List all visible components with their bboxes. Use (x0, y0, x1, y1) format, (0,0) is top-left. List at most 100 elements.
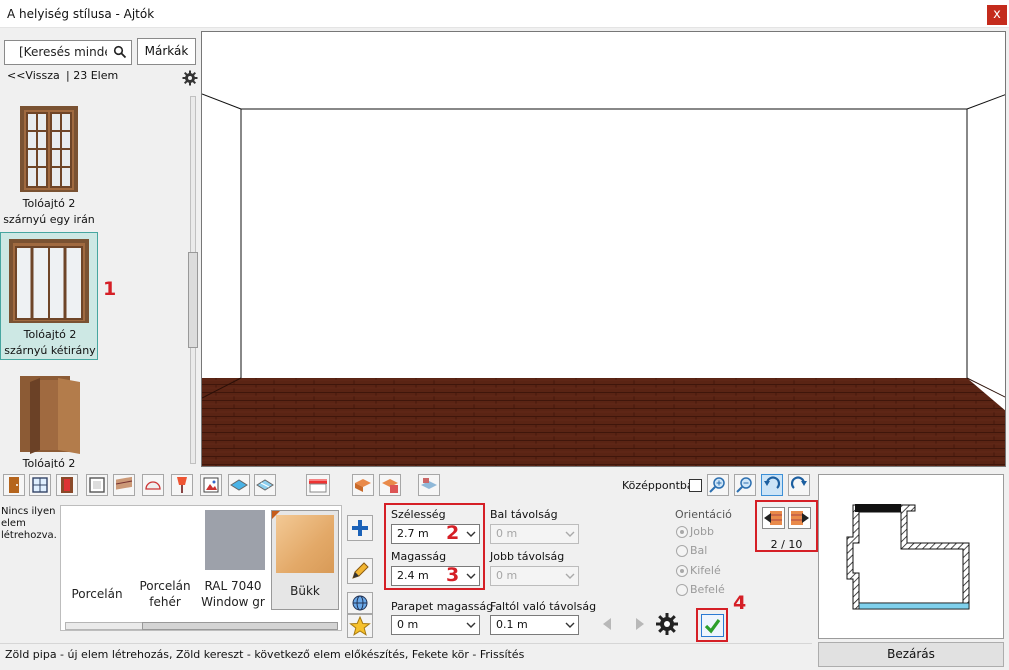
radio-right[interactable] (676, 526, 688, 538)
pager-highlight-box: 2 / 10 (755, 500, 818, 552)
room-render (202, 32, 1005, 466)
sliding-door-thumbnail (9, 239, 89, 323)
chevron-down-icon (565, 531, 575, 537)
previous-wall-button[interactable] (762, 507, 785, 529)
rotate-left-button[interactable] (761, 474, 783, 496)
floor-plan (846, 504, 970, 610)
sliding-door-thumbnail (20, 106, 78, 192)
door-red-tool-icon[interactable] (56, 474, 78, 496)
favorite-button[interactable] (347, 614, 373, 638)
pool-tool-icon[interactable] (228, 474, 250, 496)
sliding-door-thumbnail (20, 376, 80, 454)
ceiling-lamp-icon (145, 481, 161, 490)
next-wall-button[interactable] (788, 507, 811, 529)
wall-distance-select[interactable]: 0.1 m (490, 615, 579, 635)
swatch-label: Bükk (290, 584, 320, 598)
door-frame-icon (61, 477, 73, 493)
height-select[interactable]: 2.4 m (391, 566, 480, 586)
item-list-scrollbar[interactable] (186, 92, 200, 468)
parapet-value: 0 m (397, 618, 419, 631)
title-bar: A helyiség stílusa - Ajtók x (0, 0, 1009, 28)
radio-right-label: Jobb (690, 525, 714, 538)
web-button[interactable] (347, 592, 373, 614)
next-button[interactable] (627, 613, 651, 635)
search-icon[interactable] (113, 45, 127, 59)
radio-left-label: Bal (690, 544, 708, 557)
floor-plan-view[interactable] (818, 474, 1004, 639)
swatch-beech[interactable]: Bükk (271, 510, 339, 610)
star-icon (349, 615, 371, 636)
wall-tool-icon[interactable] (352, 474, 374, 496)
radio-outward-label: Kifelé (690, 564, 721, 577)
window-tool-icon[interactable] (29, 474, 51, 496)
annotation-marker-3: 3 (446, 564, 460, 586)
swatch-label: Porcelán (139, 579, 191, 593)
rotate-right-button[interactable] (788, 474, 810, 496)
scrollbar-thumb[interactable] (142, 622, 338, 630)
room-3d-view[interactable] (201, 31, 1006, 467)
radio-inward-label: Befelé (690, 583, 725, 596)
radio-dot (680, 530, 684, 534)
blinds-icon (115, 476, 133, 490)
swatch-porcelain-white[interactable]: Porcelán fehér (133, 510, 197, 610)
back-link[interactable]: <<Vissza (7, 69, 60, 82)
list-item[interactable]: Tolóajtó 2 szárnyú egy irán (0, 100, 98, 228)
close-button[interactable]: Bezárás (818, 642, 1004, 667)
material-scrollbar[interactable] (65, 622, 338, 630)
arrow-right-icon (636, 618, 644, 630)
refresh-button[interactable] (655, 612, 679, 636)
radio-outward[interactable] (676, 565, 688, 577)
door-tool-icon[interactable] (3, 474, 25, 496)
zoom-in-button[interactable] (707, 474, 729, 496)
right-distance-label: Jobb távolság (490, 550, 565, 563)
list-item[interactable]: Tolóajtó 2 (0, 368, 98, 468)
swatch-color (276, 515, 334, 573)
confirm-button[interactable] (701, 614, 724, 637)
center-label: Középpontba (622, 479, 694, 492)
brands-button[interactable]: Márkák (137, 38, 196, 65)
swatch-ral-7040[interactable]: RAL 7040 Window gr (201, 510, 265, 610)
right-distance-value: 0 m (496, 569, 518, 582)
wall-distance-label: Faltól való távolság (490, 600, 597, 613)
status-bar-text: Zöld pipa - új elem létrehozás, Zöld ker… (5, 648, 525, 661)
scrollbar-thumb[interactable] (188, 252, 198, 348)
center-checkbox[interactable] (689, 479, 702, 492)
pool-icon (230, 479, 248, 491)
selected-corner-icon (272, 511, 280, 519)
left-distance-label: Bal távolság (490, 508, 558, 521)
wall-prev-icon (764, 511, 782, 525)
list-item-selected[interactable]: Tolóajtó 2 szárnyú kétirány (0, 232, 98, 360)
add-button[interactable] (347, 515, 373, 541)
opening-tool-icon[interactable] (86, 474, 108, 496)
radio-inward[interactable] (676, 584, 688, 596)
previous-button[interactable] (596, 613, 620, 635)
close-window-button[interactable]: x (987, 5, 1007, 25)
edit-button[interactable] (347, 558, 373, 584)
blinds-tool-icon[interactable] (113, 474, 135, 496)
chevron-down-icon (466, 573, 476, 579)
zoom-out-icon (736, 477, 752, 493)
chevron-down-icon (565, 573, 575, 579)
left-distance-select[interactable]: 0 m (490, 524, 579, 544)
lamp-tool-icon[interactable] (142, 474, 164, 496)
parapet-select[interactable]: 0 m (391, 615, 480, 635)
floor-lamp-tool-icon[interactable] (171, 474, 193, 496)
right-distance-select[interactable]: 0 m (490, 566, 579, 586)
wall-distance-value: 0.1 m (496, 618, 528, 631)
search-input[interactable]: [Keresés minden (4, 40, 132, 65)
wall-pattern-tool-icon[interactable] (379, 474, 401, 496)
floor-lamp-icon (177, 477, 187, 493)
awning-tool-icon[interactable] (306, 474, 330, 496)
material-panel: Porcelán Porcelán fehér RAL 7040 Window … (60, 505, 342, 631)
gear-icon[interactable] (182, 70, 198, 86)
pool-cover-icon (256, 479, 274, 491)
swatch-porcelain[interactable]: Porcelán (65, 510, 129, 610)
pool-cover-tool-icon[interactable] (254, 474, 276, 496)
picture-tool-icon[interactable] (200, 474, 222, 496)
confirm-highlight-box (696, 608, 728, 642)
floor-tool-icon[interactable] (418, 474, 440, 496)
width-select[interactable]: 2.7 m (391, 524, 480, 544)
radio-left[interactable] (676, 545, 688, 557)
zoom-out-button[interactable] (734, 474, 756, 496)
chevron-down-icon (565, 622, 575, 628)
